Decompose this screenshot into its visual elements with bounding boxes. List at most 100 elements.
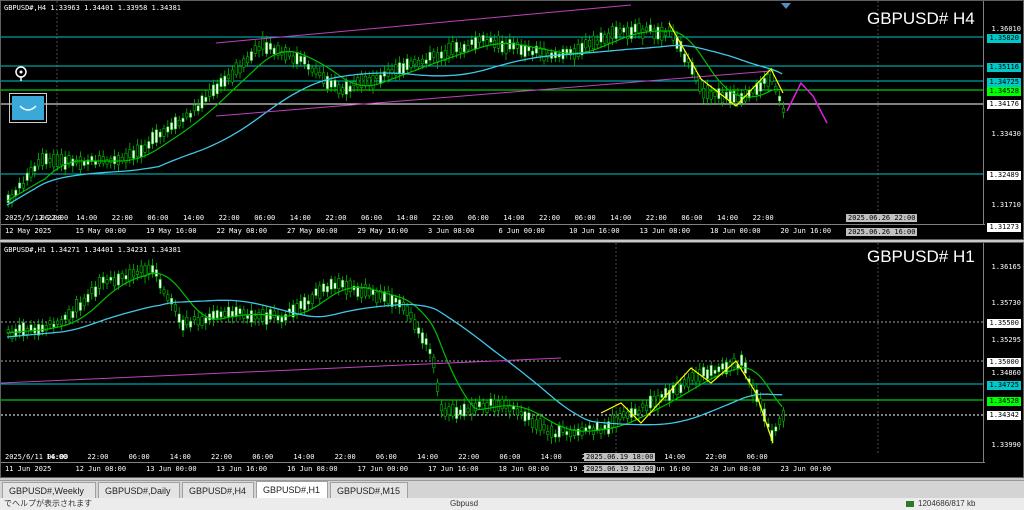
candle-body <box>774 426 778 432</box>
candle-body <box>698 78 702 92</box>
candle-body <box>709 365 713 376</box>
pen-icon[interactable] <box>13 65 29 81</box>
candle-body <box>637 410 641 415</box>
candle-body <box>405 58 409 71</box>
candle-body <box>504 400 508 409</box>
time-axis-h1[interactable]: 11 Jun 2025 12 Jun 08:00 13 Jun 00:00 13 Ju… <box>1 462 985 477</box>
candle-body <box>455 41 459 53</box>
candle-body <box>143 144 147 153</box>
candle-body <box>618 28 622 35</box>
candle-body <box>59 154 63 166</box>
candle-body <box>599 32 603 43</box>
time-axis-label: 13 Jun 00:00 <box>146 465 197 473</box>
object-icon[interactable] <box>9 93 47 123</box>
candle-body <box>375 291 379 304</box>
candle-body <box>257 46 261 51</box>
candle-body <box>500 40 504 53</box>
candle-body <box>382 71 386 77</box>
candle-body <box>637 22 641 34</box>
time-axis-label: 29 May 16:00 <box>357 227 409 235</box>
candle-body <box>588 425 592 430</box>
price-label: 1.33430 <box>991 130 1021 138</box>
candle-body <box>166 294 170 301</box>
candle-body <box>40 324 44 333</box>
grid-time-label: 14:00 <box>183 214 205 222</box>
candle-body <box>192 316 196 321</box>
grid-time-label: 06:00 <box>467 214 489 222</box>
candle-body <box>56 154 60 167</box>
candle-body <box>781 410 785 422</box>
grid-time-label: 14:00 <box>396 214 418 222</box>
chart-pane-h4[interactable]: GBPUSD#,H4 1.33963 1.34401 1.33958 1.343… <box>0 0 1024 240</box>
candle-body <box>189 112 193 118</box>
candle-body <box>132 269 136 278</box>
time-tag: 2025.06.26 22:00 <box>846 214 918 222</box>
candle-body <box>185 112 189 118</box>
chart-canvas-h1[interactable] <box>1 243 985 463</box>
candle-body <box>128 149 132 159</box>
tab-h4[interactable]: GBPUSD#,H4 <box>182 482 254 498</box>
candle-body <box>124 275 128 280</box>
candle-body <box>447 406 451 416</box>
time-axis-label: 11 Jun 2025 <box>5 465 52 473</box>
candle-body <box>766 73 770 88</box>
candle-body <box>409 60 413 69</box>
chart-pane-h1[interactable]: GBPUSD#,H1 1.34271 1.34401 1.34231 1.343… <box>0 242 1024 478</box>
candle-body <box>56 320 60 325</box>
candle-body <box>470 39 474 46</box>
grid-time-label: 06:00 <box>361 214 383 222</box>
tab-m15[interactable]: GBPUSD#,M15 <box>330 482 408 498</box>
tab-h1[interactable]: GBPUSD#,H1 <box>256 481 328 499</box>
candle-body <box>436 52 440 63</box>
status-help-text: でヘルプが表示されます <box>4 499 92 508</box>
grid-time-label: 06:00 <box>375 453 397 461</box>
candle-body <box>462 43 466 53</box>
time-axis-h4[interactable]: 12 May 2025 15 May 00:00 19 May 16:00 22 Ma… <box>1 224 985 239</box>
candle-body <box>447 42 451 57</box>
candle-body <box>348 280 352 293</box>
candle-body <box>709 91 713 100</box>
candle-body <box>230 69 234 83</box>
price-axis-h1[interactable]: 1.36165 1.35730 1.35500 1.35295 1.35000 … <box>983 243 1023 477</box>
price-axis-h4[interactable]: 1.36010 1.35820 1.35116 1.34725 1.34528 … <box>983 1 1023 239</box>
candle-body <box>215 83 219 95</box>
candle-body <box>333 79 337 88</box>
candle-body <box>204 317 208 324</box>
time-axis-label: 15 May 00:00 <box>75 227 127 235</box>
candle-body <box>303 296 307 311</box>
time-tag: 2025.06.19 18:00 <box>584 453 656 461</box>
candle-body <box>200 95 204 109</box>
candle-body <box>432 51 436 58</box>
candle-body <box>325 285 329 293</box>
candle-body <box>227 74 231 80</box>
candle-body <box>360 288 364 298</box>
candle-body <box>147 264 151 274</box>
candle-body <box>116 155 120 166</box>
candle-body <box>249 51 253 61</box>
price-label: 1.34860 <box>991 369 1021 377</box>
candle-body <box>645 404 649 411</box>
candle-body <box>462 403 466 417</box>
tab-weekly[interactable]: GBPUSD#,Weekly <box>2 482 96 498</box>
candle-body <box>762 77 766 84</box>
scroll-down-icon[interactable] <box>781 3 791 9</box>
chart-canvas-h4[interactable] <box>1 1 985 225</box>
grid-time-label: 14:00 <box>717 214 739 222</box>
candle-body <box>648 395 652 409</box>
candle-body <box>550 425 554 438</box>
candle-body <box>576 44 580 57</box>
candle-body <box>208 89 212 97</box>
grid-time-label: 06:00 <box>746 453 768 461</box>
candle-body <box>101 156 105 164</box>
candle-body <box>409 311 413 320</box>
candle-body <box>428 348 432 355</box>
candle-body <box>52 154 56 168</box>
candle-body <box>189 320 193 328</box>
tab-daily[interactable]: GBPUSD#,Daily <box>98 482 180 498</box>
candle-body <box>595 421 599 432</box>
candle-body <box>363 284 367 297</box>
time-axis-label: 13 Jun 08:00 <box>639 227 691 235</box>
candle-body <box>557 424 561 438</box>
candle-body <box>713 369 717 374</box>
time-axis-label: 16 Jun 08:00 <box>287 465 338 473</box>
